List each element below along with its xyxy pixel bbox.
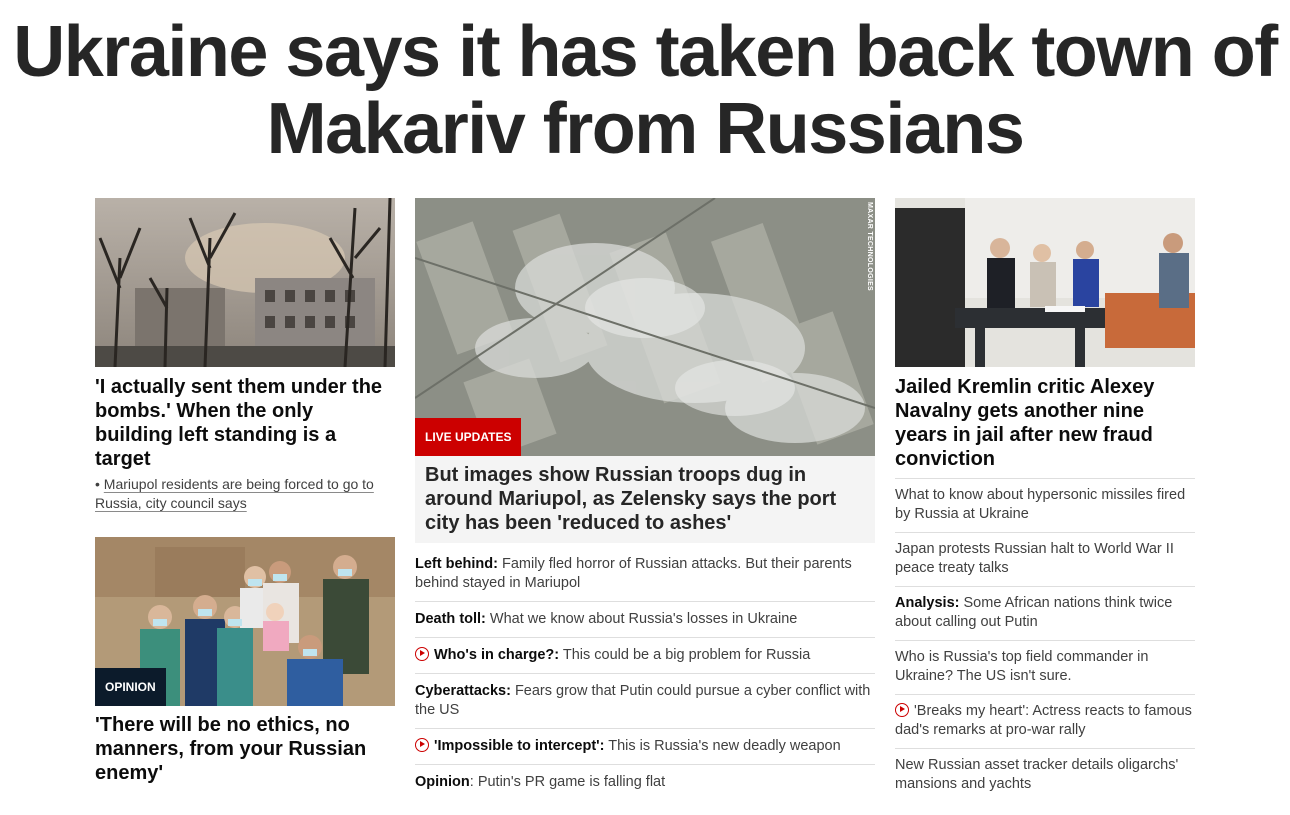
- related-link-mariupol[interactable]: • Mariupol residents are being forced to…: [95, 475, 395, 513]
- list-item[interactable]: Japan protests Russian halt to World War…: [895, 533, 1195, 587]
- image-watermark: MAXAR TECHNOLOGIES: [866, 202, 873, 292]
- list-item-text: : Putin's PR game is falling flat: [469, 774, 666, 790]
- list-item-label: Who's in charge?:: [434, 647, 560, 663]
- list-item[interactable]: 'Breaks my heart': Actress reacts to fam…: [895, 695, 1195, 749]
- list-item[interactable]: Who's in charge?: This could be a big pr…: [415, 638, 875, 674]
- live-updates-badge[interactable]: LIVE UPDATES: [415, 418, 522, 456]
- story-title-bombs[interactable]: 'I actually sent them under the bombs.' …: [95, 375, 395, 471]
- ruined-building-photo[interactable]: [95, 198, 395, 367]
- list-item-text: What we know about Russia's losses in Uk…: [485, 611, 798, 627]
- list-item-text: This could be a big problem for Russia: [559, 647, 811, 663]
- list-item-label: Opinion: [415, 774, 470, 790]
- left-column: 'I actually sent them under the bombs.' …: [95, 198, 395, 785]
- list-item-label: 'Impossible to intercept':: [434, 738, 605, 754]
- courtroom-photo[interactable]: [895, 198, 1195, 367]
- list-item-text: 'Breaks my heart': Actress reacts to fam…: [895, 703, 1192, 738]
- play-circle-icon: [415, 647, 429, 661]
- list-item-text: This is Russia's new deadly weapon: [604, 738, 841, 754]
- lead-story-title[interactable]: But images show Russian troops dug in ar…: [415, 456, 875, 543]
- list-item-label: Analysis:: [895, 595, 960, 611]
- list-item-label: Death toll:: [415, 611, 486, 627]
- list-item[interactable]: 'Impossible to intercept': This is Russi…: [415, 729, 875, 765]
- list-item[interactable]: Death toll: What we know about Russia's …: [415, 602, 875, 638]
- right-column: Jailed Kremlin critic Alexey Navalny get…: [895, 198, 1195, 802]
- list-item[interactable]: Who is Russia's top field commander in U…: [895, 641, 1195, 695]
- list-item-label: Left behind:: [415, 556, 498, 572]
- list-item-text: New Russian asset tracker details oligar…: [895, 757, 1179, 792]
- list-item[interactable]: Left behind: Family fled horror of Russi…: [415, 547, 875, 602]
- satellite-image[interactable]: MAXAR TECHNOLOGIES LIVE UPDATES: [415, 198, 875, 456]
- related-link-text[interactable]: Mariupol residents are being forced to g…: [95, 476, 374, 511]
- opinion-badge: OPINION: [95, 668, 166, 706]
- list-item-label: Cyberattacks:: [415, 683, 511, 699]
- list-item[interactable]: Analysis: Some African nations think twi…: [895, 587, 1195, 641]
- list-item[interactable]: Opinion: Putin's PR game is falling flat: [415, 765, 875, 800]
- play-circle-icon: [895, 703, 909, 717]
- main-headline[interactable]: Ukraine says it has taken back town of M…: [0, 14, 1290, 168]
- story-title-ethics[interactable]: 'There will be no ethics, no manners, fr…: [95, 713, 395, 785]
- list-item-text: Who is Russia's top field commander in U…: [895, 649, 1149, 684]
- middle-related-list: Left behind: Family fled horror of Russi…: [415, 547, 875, 800]
- story-title-navalny[interactable]: Jailed Kremlin critic Alexey Navalny get…: [895, 375, 1195, 471]
- right-related-list: What to know about hypersonic missiles f…: [895, 478, 1195, 802]
- play-circle-icon: [415, 738, 429, 752]
- hospital-staff-photo[interactable]: OPINION: [95, 537, 395, 706]
- list-item[interactable]: What to know about hypersonic missiles f…: [895, 479, 1195, 533]
- list-item-text: What to know about hypersonic missiles f…: [895, 487, 1186, 522]
- middle-column: MAXAR TECHNOLOGIES LIVE UPDATES But imag…: [415, 198, 875, 800]
- list-item[interactable]: Cyberattacks: Fears grow that Putin coul…: [415, 674, 875, 729]
- list-item-text: Japan protests Russian halt to World War…: [895, 541, 1174, 576]
- list-item[interactable]: New Russian asset tracker details oligar…: [895, 749, 1195, 802]
